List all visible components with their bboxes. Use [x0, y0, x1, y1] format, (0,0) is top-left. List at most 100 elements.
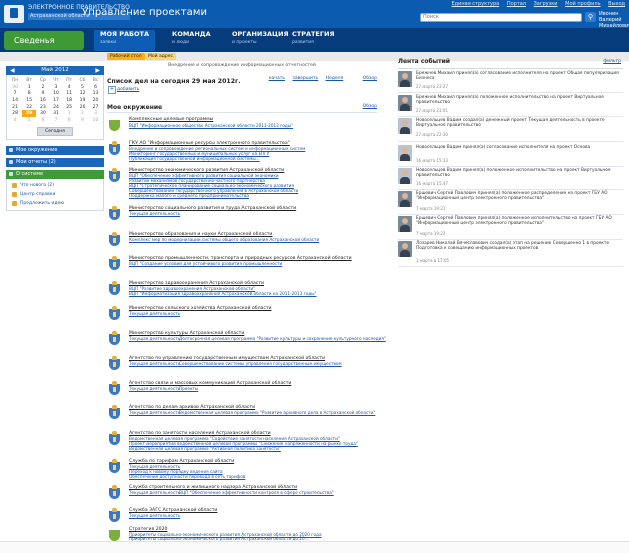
calendar-day[interactable]: 13 [89, 90, 102, 97]
org-title[interactable]: Комплексные целевые программы [129, 117, 213, 122]
calendar-day[interactable]: 9 [76, 117, 89, 124]
calendar-day[interactable]: 22 [22, 104, 36, 111]
event-text[interactable]: Брежнев Михаил принял(а) согласование ис… [416, 71, 621, 81]
tab-my-work[interactable]: МОЯ РАБОТА заявки [94, 30, 156, 51]
org-link[interactable]: Публикация государственной информационно… [129, 156, 260, 161]
calendar-day[interactable]: 3 [89, 110, 102, 117]
avatar[interactable] [398, 71, 412, 87]
events-filter-link[interactable]: фильтр [603, 59, 621, 64]
calendar-day[interactable]: 20 [89, 97, 102, 104]
calendar-day[interactable]: 28 [8, 110, 22, 117]
add-todo-button[interactable]: добавить [107, 86, 377, 94]
calendar-day[interactable]: 9 [36, 90, 49, 97]
home-button[interactable]: Сведенья [4, 31, 84, 50]
avatar[interactable] [398, 118, 412, 134]
org-link[interactable]: Текущая деятельность [129, 490, 180, 495]
org-link[interactable]: Ведомственная целевая программа "Развити… [179, 410, 375, 415]
event-text[interactable]: Новосельцев Вадим создал(а) денежный про… [416, 118, 621, 128]
calendar-day[interactable]: 10 [50, 90, 63, 97]
org-link[interactable]: Проекты [179, 386, 198, 391]
event-text[interactable]: Новосельцев Вадим принял(а) положенное и… [416, 168, 621, 178]
event-text[interactable]: Лозарев Николай Вячеславович создал(а) э… [416, 241, 621, 251]
calendar-day[interactable]: 2 [76, 110, 89, 117]
org-link[interactable]: Комплекс мер по модернизации системы общ… [129, 237, 319, 242]
calendar-day[interactable]: 27 [89, 104, 102, 111]
todo-finish-link[interactable]: завершить [292, 76, 318, 81]
calendar-day[interactable]: 11 [62, 90, 75, 97]
search-icon[interactable]: ⚲ [585, 12, 596, 22]
avatar[interactable] [398, 145, 412, 161]
calendar-day[interactable]: 26 [76, 104, 89, 111]
avatar[interactable] [398, 216, 412, 232]
calendar-day[interactable]: 1 [62, 110, 75, 117]
org-link[interactable]: Долгосрочная целевая программа "Развитие… [179, 336, 386, 341]
event-text[interactable]: Ершевич Сергей Павлович принял(а) положе… [416, 216, 621, 226]
emblem-logo[interactable] [4, 5, 24, 23]
calendar-day[interactable]: 19 [76, 97, 89, 104]
org-link[interactable]: Текущая деятельность [129, 513, 180, 518]
org-link[interactable]: Текущая деятельность [129, 386, 180, 391]
org-link[interactable]: Текущая деятельность [129, 311, 180, 316]
calendar-day[interactable]: 5 [76, 84, 89, 91]
calendar-day[interactable]: 18 [62, 97, 75, 104]
subtab-desktop[interactable]: Рабочий стол [107, 53, 145, 60]
calendar-day[interactable]: 12 [76, 90, 89, 97]
todo-start-link[interactable]: начать [269, 76, 285, 81]
calendar-day[interactable]: 5 [22, 117, 36, 124]
org-link[interactable]: Текущая деятельность [129, 336, 180, 341]
todo-overview-link[interactable]: Обзор [363, 76, 377, 81]
search-input[interactable]: Поиск [420, 13, 582, 22]
calendar-day[interactable]: 30 [8, 84, 22, 91]
link-suggest-idea[interactable]: Предложить идею [11, 199, 103, 208]
tab-team[interactable]: КОМАНДА и люди [172, 31, 211, 51]
prev-month-icon[interactable]: ◀ [10, 66, 15, 75]
top-link-structure[interactable]: Единая структура [452, 1, 500, 7]
calendar-day[interactable]: 3 [50, 84, 63, 91]
tab-strategy[interactable]: СТРАТЕГИЯ развития [292, 31, 334, 51]
org-link[interactable]: ВЦП "Информатизация здравоохранения Астр… [129, 291, 317, 296]
calendar-day[interactable]: 24 [50, 104, 63, 111]
avatar[interactable] [398, 95, 412, 111]
calendar-day[interactable]: 4 [8, 117, 22, 124]
org-link[interactable]: Обеспечение доступности перевода в сеть … [129, 474, 245, 479]
org-link[interactable]: ВЦП "Обеспечение эффективности контроля … [179, 490, 334, 495]
org-link[interactable]: Поддержка малого и среднего предпринимат… [129, 193, 249, 198]
calendar-day[interactable]: 17 [50, 97, 63, 104]
org-link[interactable]: Ведомственная целевая программа "Активна… [129, 446, 281, 451]
tab-organization[interactable]: ОРГАНИЗАЦИЯ и проекты [232, 31, 288, 51]
calendar-day[interactable]: 31 [50, 110, 63, 117]
avatar[interactable] [398, 191, 412, 207]
subtab-my-address[interactable]: Мой адрес [145, 53, 176, 60]
org-link[interactable]: Текущая деятельность [129, 361, 180, 366]
calendar-day[interactable]: 15 [22, 97, 36, 104]
calendar-day[interactable]: 7 [8, 90, 22, 97]
calendar-day[interactable]: 1 [22, 84, 36, 91]
org-link[interactable]: Текущая деятельность [129, 410, 180, 415]
calendar-day[interactable]: 4 [62, 84, 75, 91]
calendar-day[interactable]: 14 [8, 97, 22, 104]
next-month-icon[interactable]: ▶ [95, 66, 100, 75]
sidebar-block-environment[interactable]: Мое окружение [6, 145, 104, 155]
calendar-day[interactable]: 30 [36, 110, 49, 117]
calendar-day[interactable]: 7 [50, 117, 63, 124]
link-whats-new[interactable]: Что нового (2) [11, 181, 103, 190]
event-text[interactable]: Новосельцев Вадим принял(а) согласование… [416, 145, 621, 150]
calendar-day-selected[interactable]: 29 [22, 110, 37, 118]
calendar-day[interactable]: 6 [36, 117, 49, 124]
org-link[interactable]: ВЦП "Информационное общество Астраханско… [129, 123, 293, 128]
org-link[interactable]: Совершенствование системы управления гос… [179, 361, 342, 366]
sidebar-block-reports[interactable]: Мои отчеты (2) [6, 157, 104, 167]
top-link-logout[interactable]: Выход [608, 1, 625, 7]
calendar-day[interactable]: 16 [36, 97, 49, 104]
link-help-center[interactable]: Центр справки [11, 190, 103, 199]
user-name[interactable]: Ивонин Валерий Михайлович [599, 11, 629, 29]
org-link[interactable]: ВЦП "Создание условий для устойчивого ра… [129, 261, 282, 266]
event-text[interactable]: Брежнев Михаил принял(а) положенное испо… [416, 95, 621, 105]
org-link[interactable]: Текущая деятельность [129, 211, 180, 216]
top-link-downloads[interactable]: Загрузки [534, 1, 558, 7]
todo-week-link[interactable]: Неделя [326, 76, 344, 81]
top-link-portal[interactable]: Портал [507, 1, 526, 7]
calendar-day[interactable]: 25 [62, 104, 75, 111]
avatar[interactable] [398, 168, 412, 184]
calendar-day[interactable]: 10 [89, 117, 102, 124]
